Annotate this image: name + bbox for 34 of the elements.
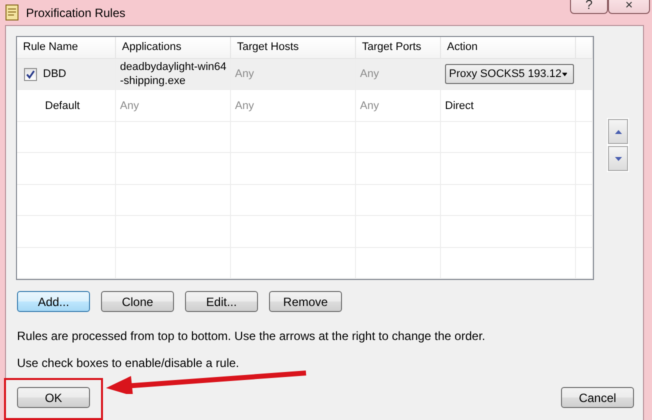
- table-cell: Any: [235, 100, 254, 112]
- help-button[interactable]: ?: [570, 0, 608, 14]
- help-text: Use check boxes to enable/disable a rule.: [16, 355, 240, 370]
- add-button[interactable]: Add...: [17, 291, 90, 312]
- remove-button[interactable]: Remove: [269, 291, 342, 312]
- table-cell-text: deadbydaylight-win64-shipping.exe: [120, 60, 228, 88]
- app-icon: [4, 4, 20, 21]
- checkbox[interactable]: [24, 68, 37, 81]
- window-title: Proxification Rules: [26, 6, 126, 20]
- move-down-button[interactable]: [608, 146, 628, 171]
- table-cell: Any: [360, 100, 379, 112]
- action-dropdown[interactable]: Proxy SOCKS5 193.12: [445, 64, 574, 84]
- move-up-button[interactable]: [608, 119, 628, 144]
- table-cell: Direct: [445, 100, 474, 112]
- clone-button[interactable]: Clone: [101, 291, 174, 312]
- table-cell: Any: [360, 68, 379, 80]
- up-arrow-icon: [614, 130, 622, 134]
- rule-name: Default: [45, 100, 80, 112]
- ok-button[interactable]: OK: [17, 387, 90, 408]
- down-arrow-icon: [614, 156, 622, 160]
- cancel-button[interactable]: Cancel: [561, 387, 634, 408]
- table-cell: Any: [235, 68, 254, 80]
- rule-row[interactable]: Default Any Any Any Direct: [17, 90, 593, 122]
- column-header[interactable]: Rule Name: [17, 37, 116, 58]
- column-header[interactable]: Action: [441, 37, 576, 58]
- edit-button[interactable]: Edit...: [185, 291, 258, 312]
- column-header[interactable]: Target Hosts: [231, 37, 356, 58]
- rule-name: DBD: [43, 68, 66, 80]
- column-header[interactable]: Applications: [116, 37, 231, 58]
- column-header[interactable]: Target Ports: [356, 37, 441, 58]
- caret-icon: [562, 72, 567, 77]
- table-cell-text: Any: [120, 98, 140, 113]
- help-text: Rules are processed from top to bottom. Use the arrows at the right to change the order.: [16, 328, 486, 343]
- close-button[interactable]: ×: [608, 0, 650, 14]
